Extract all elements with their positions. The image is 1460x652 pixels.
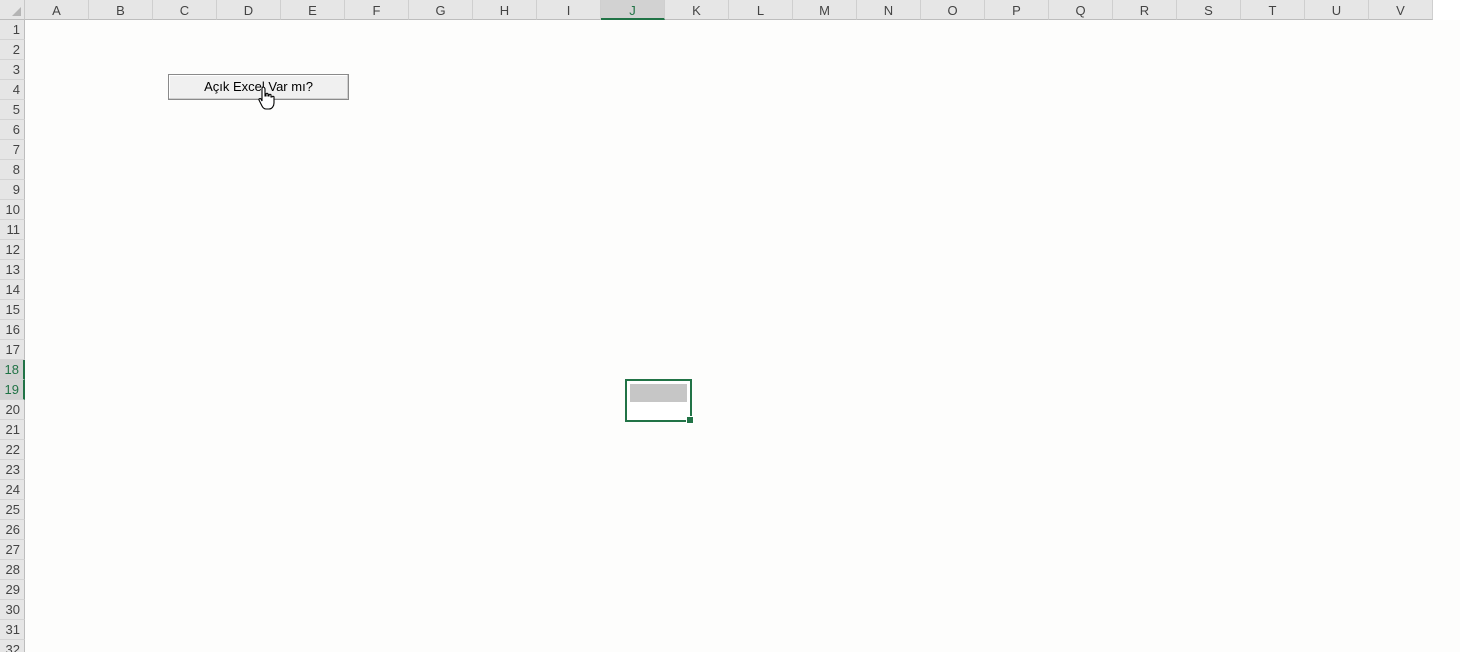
row-header-16[interactable]: 16 <box>0 320 25 340</box>
column-header-t[interactable]: T <box>1241 0 1305 20</box>
row-header-5[interactable]: 5 <box>0 100 25 120</box>
row-header-21[interactable]: 21 <box>0 420 25 440</box>
selected-cell-fill <box>630 384 687 402</box>
row-header-18[interactable]: 18 <box>0 360 25 380</box>
column-header-u[interactable]: U <box>1305 0 1369 20</box>
row-header-25[interactable]: 25 <box>0 500 25 520</box>
column-header-v[interactable]: V <box>1369 0 1433 20</box>
spreadsheet: ABCDEFGHIJKLMNOPQRSTUV 1 2 3 4 5 6 7 8 9 10 11 12 13… <box>0 0 1460 652</box>
row-header-3[interactable]: 3 <box>0 60 25 80</box>
column-header-a[interactable]: A <box>25 0 89 20</box>
row-header-31[interactable]: 31 <box>0 620 25 640</box>
row-header-28[interactable]: 28 <box>0 560 25 580</box>
column-header-b[interactable]: B <box>89 0 153 20</box>
row-header-2[interactable]: 2 <box>0 40 25 60</box>
row-header-1[interactable]: 1 <box>0 20 25 40</box>
row-header-20[interactable]: 20 <box>0 400 25 420</box>
column-header-d[interactable]: D <box>217 0 281 20</box>
column-header-k[interactable]: K <box>665 0 729 20</box>
fill-handle[interactable] <box>686 416 694 424</box>
row-header-22[interactable]: 22 <box>0 440 25 460</box>
row-header-13[interactable]: 13 <box>0 260 25 280</box>
cell-grid[interactable] <box>25 20 1460 652</box>
row-header-11[interactable]: 11 <box>0 220 25 240</box>
row-header-30[interactable]: 30 <box>0 600 25 620</box>
column-header-r[interactable]: R <box>1113 0 1177 20</box>
column-header-l[interactable]: L <box>729 0 793 20</box>
column-header-s[interactable]: S <box>1177 0 1241 20</box>
row-header-14[interactable]: 14 <box>0 280 25 300</box>
row-header-12[interactable]: 12 <box>0 240 25 260</box>
row-header-17[interactable]: 17 <box>0 340 25 360</box>
row-header-23[interactable]: 23 <box>0 460 25 480</box>
selected-cell-range[interactable] <box>625 379 694 424</box>
column-header-q[interactable]: Q <box>1049 0 1113 20</box>
row-header-24[interactable]: 24 <box>0 480 25 500</box>
column-header-n[interactable]: N <box>857 0 921 20</box>
row-header-6[interactable]: 6 <box>0 120 25 140</box>
column-header-m[interactable]: M <box>793 0 857 20</box>
row-header-9[interactable]: 9 <box>0 180 25 200</box>
row-header-8[interactable]: 8 <box>0 160 25 180</box>
row-header-29[interactable]: 29 <box>0 580 25 600</box>
select-all-corner[interactable] <box>0 0 25 20</box>
column-header-o[interactable]: O <box>921 0 985 20</box>
row-header-32[interactable]: 32 <box>0 640 25 652</box>
select-all-triangle-icon <box>12 7 21 16</box>
row-header-4[interactable]: 4 <box>0 80 25 100</box>
column-header-c[interactable]: C <box>153 0 217 20</box>
column-header-e[interactable]: E <box>281 0 345 20</box>
row-header-7[interactable]: 7 <box>0 140 25 160</box>
column-header-p[interactable]: P <box>985 0 1049 20</box>
column-header-j[interactable]: J <box>601 0 665 20</box>
column-header-h[interactable]: H <box>473 0 537 20</box>
hand-pointer-icon <box>258 86 276 115</box>
row-header-26[interactable]: 26 <box>0 520 25 540</box>
row-header-10[interactable]: 10 <box>0 200 25 220</box>
row-header-27[interactable]: 27 <box>0 540 25 560</box>
column-header-i[interactable]: I <box>537 0 601 20</box>
row-header-15[interactable]: 15 <box>0 300 25 320</box>
row-header-19[interactable]: 19 <box>0 380 25 400</box>
column-header-g[interactable]: G <box>409 0 473 20</box>
column-header-f[interactable]: F <box>345 0 409 20</box>
